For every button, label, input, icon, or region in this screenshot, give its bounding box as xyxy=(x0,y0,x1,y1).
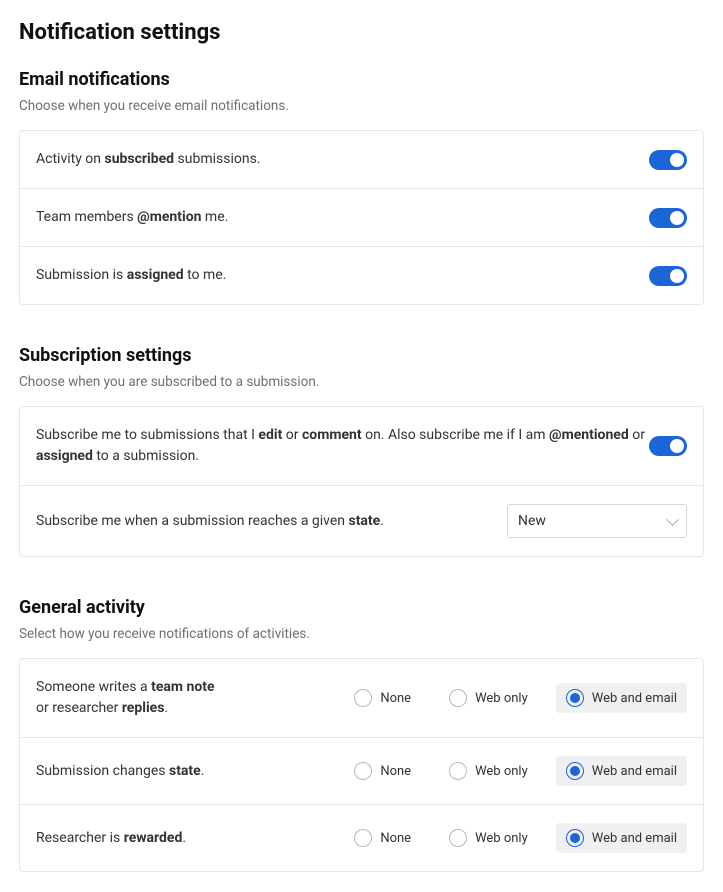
radio-circle-icon xyxy=(354,689,372,707)
radio-circle-icon xyxy=(354,829,372,847)
email-toggle-2[interactable] xyxy=(649,266,687,286)
subscription-panel: Subscribe me to submissions that I edit … xyxy=(19,406,704,557)
radio-option-web and email[interactable]: Web and email xyxy=(556,823,687,853)
email-row: Team members @mention me. xyxy=(20,189,703,247)
radio-option-web only[interactable]: Web only xyxy=(439,823,538,853)
email-panel: Activity on subscribed submissions. Team … xyxy=(19,130,704,305)
general-row-label: Submission changes state. xyxy=(36,761,344,782)
radio-option-label: Web and email xyxy=(592,691,677,706)
email-row-label: Activity on subscribed submissions. xyxy=(36,149,649,170)
email-heading: Email notifications xyxy=(19,69,704,90)
general-panel: Someone writes a team noteor researcher … xyxy=(19,658,704,872)
radio-option-web only[interactable]: Web only xyxy=(439,683,538,713)
radio-option-label: Web and email xyxy=(592,831,677,846)
subscription-row-state: Subscribe me when a submission reaches a… xyxy=(20,486,703,556)
subscription-row-label: Subscribe me to submissions that I edit … xyxy=(36,425,649,467)
radio-circle-icon xyxy=(449,689,467,707)
email-section: Email notifications Choose when you rece… xyxy=(19,69,704,305)
radio-option-none[interactable]: None xyxy=(344,683,421,713)
email-row: Activity on subscribed submissions. xyxy=(20,131,703,189)
radio-option-label: Web and email xyxy=(592,764,677,779)
radio-option-none[interactable]: None xyxy=(344,823,421,853)
radio-option-web and email[interactable]: Web and email xyxy=(556,756,687,786)
email-toggle-0[interactable] xyxy=(649,150,687,170)
subscription-state-label: Subscribe me when a submission reaches a… xyxy=(36,511,507,532)
general-section: General activity Select how you receive … xyxy=(19,597,704,872)
radio-option-label: Web only xyxy=(475,691,528,706)
general-row-label: Researcher is rewarded. xyxy=(36,828,344,849)
general-row: Researcher is rewarded. None Web only Web a… xyxy=(20,805,703,871)
page-title: Notification settings xyxy=(19,20,704,45)
email-subtext: Choose when you receive email notificati… xyxy=(19,98,704,114)
state-select-wrap: New xyxy=(507,504,687,538)
general-heading: General activity xyxy=(19,597,704,618)
email-row-label: Team members @mention me. xyxy=(36,207,649,228)
radio-circle-icon xyxy=(566,829,584,847)
radio-option-none[interactable]: None xyxy=(344,756,421,786)
radio-option-label: Web only xyxy=(475,831,528,846)
radio-option-label: Web only xyxy=(475,764,528,779)
radio-circle-icon xyxy=(354,762,372,780)
radio-group: None Web only Web and email xyxy=(344,756,687,786)
radio-group: None Web only Web and email xyxy=(344,823,687,853)
general-row-label: Someone writes a team noteor researcher … xyxy=(36,677,344,719)
radio-option-label: None xyxy=(380,691,411,706)
radio-circle-icon xyxy=(566,689,584,707)
email-toggle-1[interactable] xyxy=(649,208,687,228)
general-row: Submission changes state. None Web only Web… xyxy=(20,738,703,805)
subscription-heading: Subscription settings xyxy=(19,345,704,366)
email-row-label: Submission is assigned to me. xyxy=(36,265,649,286)
general-row: Someone writes a team noteor researcher … xyxy=(20,659,703,738)
radio-option-label: None xyxy=(380,764,411,779)
radio-option-web only[interactable]: Web only xyxy=(439,756,538,786)
state-select[interactable]: New xyxy=(507,504,687,538)
subscription-row-edit-comment: Subscribe me to submissions that I edit … xyxy=(20,407,703,486)
radio-circle-icon xyxy=(449,829,467,847)
general-subtext: Select how you receive notifications of … xyxy=(19,626,704,642)
subscription-section: Subscription settings Choose when you ar… xyxy=(19,345,704,557)
radio-option-label: None xyxy=(380,831,411,846)
radio-circle-icon xyxy=(566,762,584,780)
email-row: Submission is assigned to me. xyxy=(20,247,703,304)
subscription-toggle-edit-comment[interactable] xyxy=(649,436,687,456)
radio-option-web and email[interactable]: Web and email xyxy=(556,683,687,713)
radio-circle-icon xyxy=(449,762,467,780)
radio-group: None Web only Web and email xyxy=(344,683,687,713)
subscription-subtext: Choose when you are subscribed to a subm… xyxy=(19,374,704,390)
